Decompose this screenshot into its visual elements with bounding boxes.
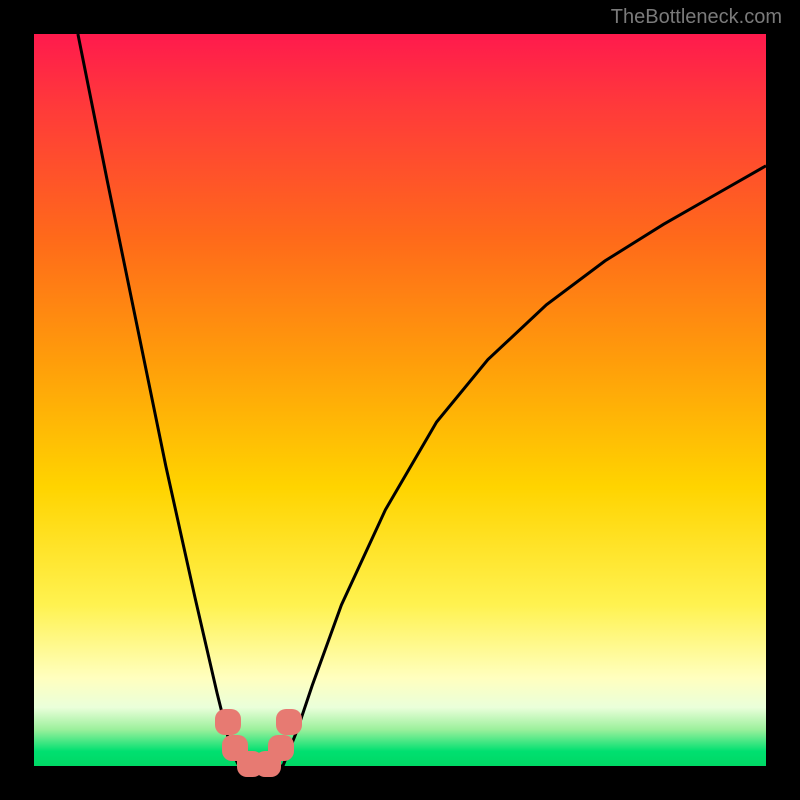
chart-frame: TheBottleneck.com: [0, 0, 800, 800]
left-branch-line: [78, 34, 239, 766]
plot-area: [34, 34, 766, 766]
brand-watermark: TheBottleneck.com: [611, 6, 782, 29]
cusp-marker: [268, 735, 294, 761]
right-branch-line: [283, 166, 766, 766]
cusp-marker: [215, 709, 241, 735]
curve-layer: [34, 34, 766, 766]
cusp-marker: [276, 709, 302, 735]
